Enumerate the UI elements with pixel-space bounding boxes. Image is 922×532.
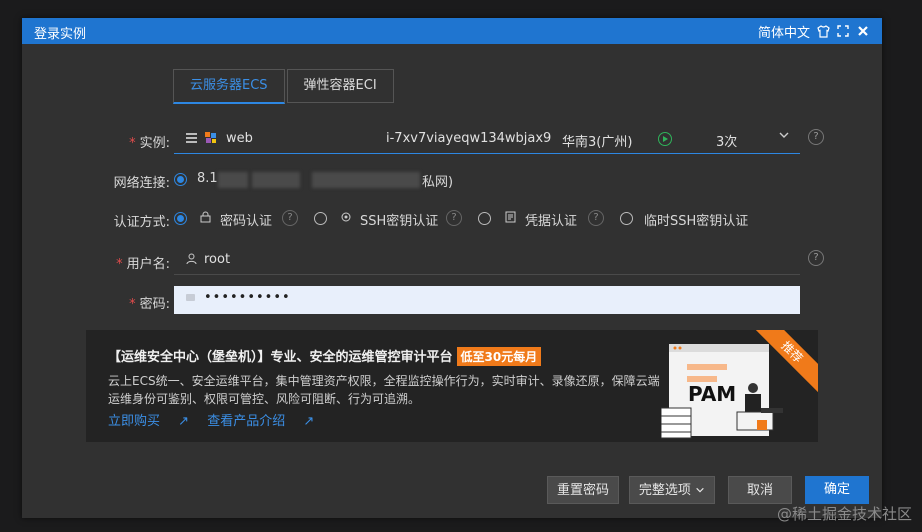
instance-id: i-7xv7viayeqw134wbjax9	[386, 131, 552, 146]
username-value: root	[204, 252, 231, 267]
language-switch[interactable]: 简体中文	[758, 22, 810, 41]
username-row: * 用户名: root ?	[22, 246, 882, 276]
network-suffix: 私网)	[422, 175, 454, 190]
help-icon[interactable]: ?	[808, 129, 824, 145]
ok-button[interactable]: 确定	[805, 476, 869, 504]
instance-name: web	[226, 131, 253, 146]
network-radio[interactable]	[174, 173, 187, 186]
chevron-down-icon	[696, 487, 704, 493]
password-value: ••••••••••	[204, 290, 291, 305]
username-label: * 用户名:	[116, 257, 170, 272]
help-icon[interactable]: ?	[588, 210, 604, 226]
watermark: @稀土掘金技术社区	[776, 505, 912, 523]
instance-region: 华南3(广州)	[562, 135, 633, 150]
running-status-icon	[658, 132, 672, 146]
banner-headline: 【运维安全中心（堡垒机）】专业、安全的运维管控审计平台 低至30元每月	[108, 346, 542, 366]
instance-type-tabs: 云服务器ECS 弹性容器ECI	[173, 69, 396, 104]
reset-password-button[interactable]: 重置密码	[547, 476, 619, 504]
instance-select[interactable]: web i-7xv7viayeqw134wbjax9 华南3(广州) 3次	[174, 125, 800, 154]
buy-now-link[interactable]: 立即购买 ↗	[108, 414, 189, 429]
full-options-button[interactable]: 完整选项	[629, 476, 715, 504]
user-icon	[186, 253, 197, 268]
key-icon	[340, 211, 352, 226]
product-intro-link[interactable]: 查看产品介绍 ↗	[207, 414, 314, 429]
network-label: 网络连接:	[113, 176, 170, 191]
close-icon[interactable]	[856, 25, 870, 39]
help-icon[interactable]: ?	[446, 210, 462, 226]
auth-credential-label[interactable]: 凭据认证	[525, 210, 577, 229]
help-icon[interactable]: ?	[282, 210, 298, 226]
banner-headline-text: 【运维安全中心（堡垒机）】专业、安全的运维管控审计平台	[108, 350, 453, 365]
redacted-ip	[252, 172, 300, 188]
tab-ecs[interactable]: 云服务器ECS	[173, 69, 285, 104]
password-label: * 密码:	[129, 297, 170, 312]
lock-icon	[186, 294, 195, 301]
price-badge: 低至30元每月	[456, 347, 542, 366]
password-field[interactable]: ••••••••••	[174, 286, 800, 314]
server-icon	[186, 133, 197, 143]
auth-password-radio[interactable]	[174, 212, 187, 225]
username-field[interactable]: root	[174, 246, 800, 275]
instance-count: 3次	[716, 135, 738, 150]
help-icon[interactable]: ?	[808, 250, 824, 266]
instance-row: * 实例: web i-7xv7viayeqw134wbjax9 华南3(广州) …	[22, 125, 882, 155]
lock-icon	[200, 211, 211, 226]
redacted-ip	[312, 172, 420, 188]
banner-links: 立即购买 ↗ 查看产品介绍 ↗	[108, 410, 328, 429]
login-instance-dialog: 登录实例 简体中文 云服务器ECS 弹性容器ECI *实例: web i-7x	[22, 18, 882, 518]
password-row: * 密码: ••••••••••	[22, 286, 882, 316]
auth-temp-ssh-radio[interactable]	[620, 212, 633, 225]
auth-label: 认证方式:	[113, 215, 170, 230]
auth-password-label[interactable]: 密码认证	[220, 210, 272, 229]
auth-row: 认证方式: 密码认证 ? SSH密钥认证 ? 凭据认证 ? 临时SSH密钥认证	[22, 204, 882, 234]
app-icon	[204, 131, 218, 145]
auth-credential-radio[interactable]	[478, 212, 491, 225]
fullscreen-icon[interactable]	[836, 24, 850, 39]
cancel-button[interactable]: 取消	[728, 476, 792, 504]
instance-label: * 实例:	[129, 136, 170, 151]
auth-ssh-radio[interactable]	[314, 212, 327, 225]
dialog-title: 登录实例	[34, 27, 87, 42]
dialog-titlebar: 登录实例 简体中文	[22, 18, 882, 44]
credential-icon	[505, 211, 516, 226]
tab-eci[interactable]: 弹性容器ECI	[286, 69, 394, 103]
promo-banner: 【运维安全中心（堡垒机）】专业、安全的运维管控审计平台 低至30元每月 云上ECS…	[86, 330, 818, 442]
shirt-icon[interactable]	[816, 24, 830, 39]
auth-ssh-label[interactable]: SSH密钥认证	[360, 210, 438, 229]
banner-description: 云上ECS统一、安全运维平台，集中管理资产权限，全程监控操作行为，实时审计、录像…	[108, 374, 660, 406]
auth-temp-ssh-label[interactable]: 临时SSH密钥认证	[644, 210, 748, 229]
network-row: 网络连接: 8.1 私网)	[22, 165, 882, 195]
network-ip: 8.1	[197, 171, 218, 186]
chevron-down-icon[interactable]	[778, 129, 790, 145]
redacted-ip	[218, 172, 248, 188]
pam-label: PAM	[688, 382, 737, 406]
